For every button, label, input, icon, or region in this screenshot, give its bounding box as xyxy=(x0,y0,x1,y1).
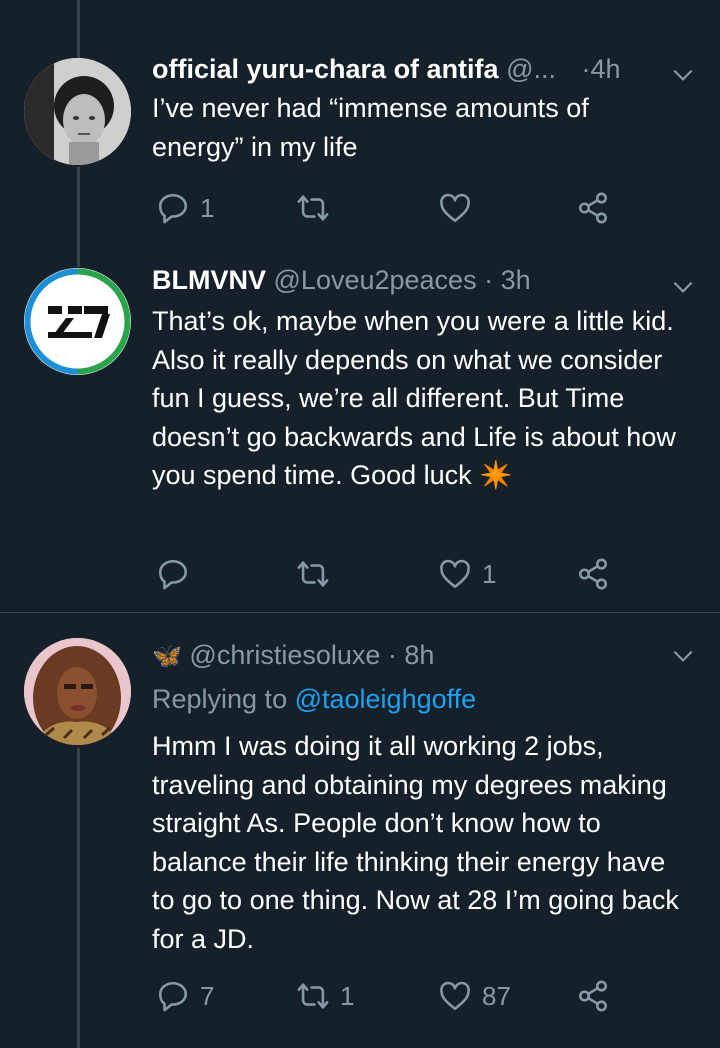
like-icon xyxy=(440,193,470,223)
retweet-icon xyxy=(297,195,329,221)
avatar[interactable] xyxy=(24,638,131,745)
reply-count: 7 xyxy=(200,980,215,1011)
like-icon xyxy=(440,981,470,1011)
tweet-text: That’s ok, maybe when you were a little … xyxy=(152,306,676,490)
retweet-icon xyxy=(297,983,329,1009)
tweet-actions: 1 xyxy=(152,554,632,594)
tweet-actions: 7 1 87 xyxy=(152,976,632,1016)
replying-to: Replying to @taoleighgoffe xyxy=(152,681,700,717)
handle[interactable]: @Loveu2peaces xyxy=(274,265,477,295)
tweet-header: official yuru-chara of antifa @... ·4h xyxy=(152,51,700,87)
tweet-text: I’ve never had “immense amounts of energ… xyxy=(152,93,589,162)
tweet[interactable]: 🦋 @christiesoluxe · 8h Replying to @taol… xyxy=(0,613,720,1048)
retweet-button[interactable] xyxy=(296,188,340,228)
like-button[interactable] xyxy=(438,188,482,228)
chevron-down-icon[interactable] xyxy=(670,62,696,88)
reply-count: 1 xyxy=(200,192,215,223)
tweet-content: official yuru-chara of antifa @... ·4h I… xyxy=(152,51,700,166)
like-button[interactable]: 1 xyxy=(438,554,496,594)
share-button[interactable] xyxy=(576,554,610,594)
replying-to-mention[interactable]: @taoleighgoffe xyxy=(295,684,477,714)
tweet[interactable]: official yuru-chara of antifa @... ·4h I… xyxy=(0,0,720,250)
share-button[interactable] xyxy=(576,976,610,1016)
display-name[interactable]: 🦋 xyxy=(152,643,182,670)
replying-to-label: Replying to xyxy=(152,684,295,714)
tweet-header: 🦋 @christiesoluxe · 8h xyxy=(152,637,700,675)
reply-button[interactable]: 7 xyxy=(156,976,214,1016)
display-name[interactable]: BLMVNV xyxy=(152,265,266,295)
reply-icon xyxy=(158,981,188,1012)
retweet-button[interactable] xyxy=(296,554,340,594)
tweet-content: BLMVNV @Loveu2peaces · 3h That’s ok, may… xyxy=(152,262,700,495)
tweet[interactable]: BLMVNV @Loveu2peaces · 3h That’s ok, may… xyxy=(0,250,720,612)
timestamp[interactable]: ·4h xyxy=(582,54,621,84)
like-button[interactable]: 87 xyxy=(438,976,511,1016)
retweet-button[interactable]: 1 xyxy=(296,976,354,1016)
chevron-down-icon[interactable] xyxy=(670,274,696,300)
share-icon xyxy=(578,192,608,224)
retweet-count: 1 xyxy=(340,980,355,1011)
share-icon xyxy=(578,558,608,590)
retweet-icon xyxy=(297,561,329,587)
timestamp[interactable]: · 3h xyxy=(484,265,531,295)
avatar[interactable] xyxy=(24,268,131,375)
handle[interactable]: @... xyxy=(506,54,556,84)
like-count: 1 xyxy=(482,558,497,589)
tweet-content: 🦋 @christiesoluxe · 8h Replying to @taol… xyxy=(152,637,700,958)
tweet-text: Hmm I was doing it all working 2 jobs, t… xyxy=(152,731,679,954)
chevron-down-icon[interactable] xyxy=(670,643,696,669)
reply-button[interactable] xyxy=(156,554,200,594)
tweet-header: BLMVNV @Loveu2peaces · 3h xyxy=(152,262,700,298)
like-icon xyxy=(440,559,470,589)
reply-icon xyxy=(158,559,188,590)
timestamp[interactable]: · 8h xyxy=(388,640,435,670)
handle[interactable]: @christiesoluxe xyxy=(189,640,380,670)
reply-button[interactable]: 1 xyxy=(156,188,214,228)
display-name[interactable]: official yuru-chara of antifa xyxy=(152,54,499,84)
reply-icon xyxy=(158,193,188,224)
tweet-actions: 1 xyxy=(152,188,632,228)
avatar[interactable] xyxy=(24,58,131,165)
like-count: 87 xyxy=(482,980,511,1011)
share-button[interactable] xyxy=(576,188,610,228)
share-icon xyxy=(578,980,608,1012)
